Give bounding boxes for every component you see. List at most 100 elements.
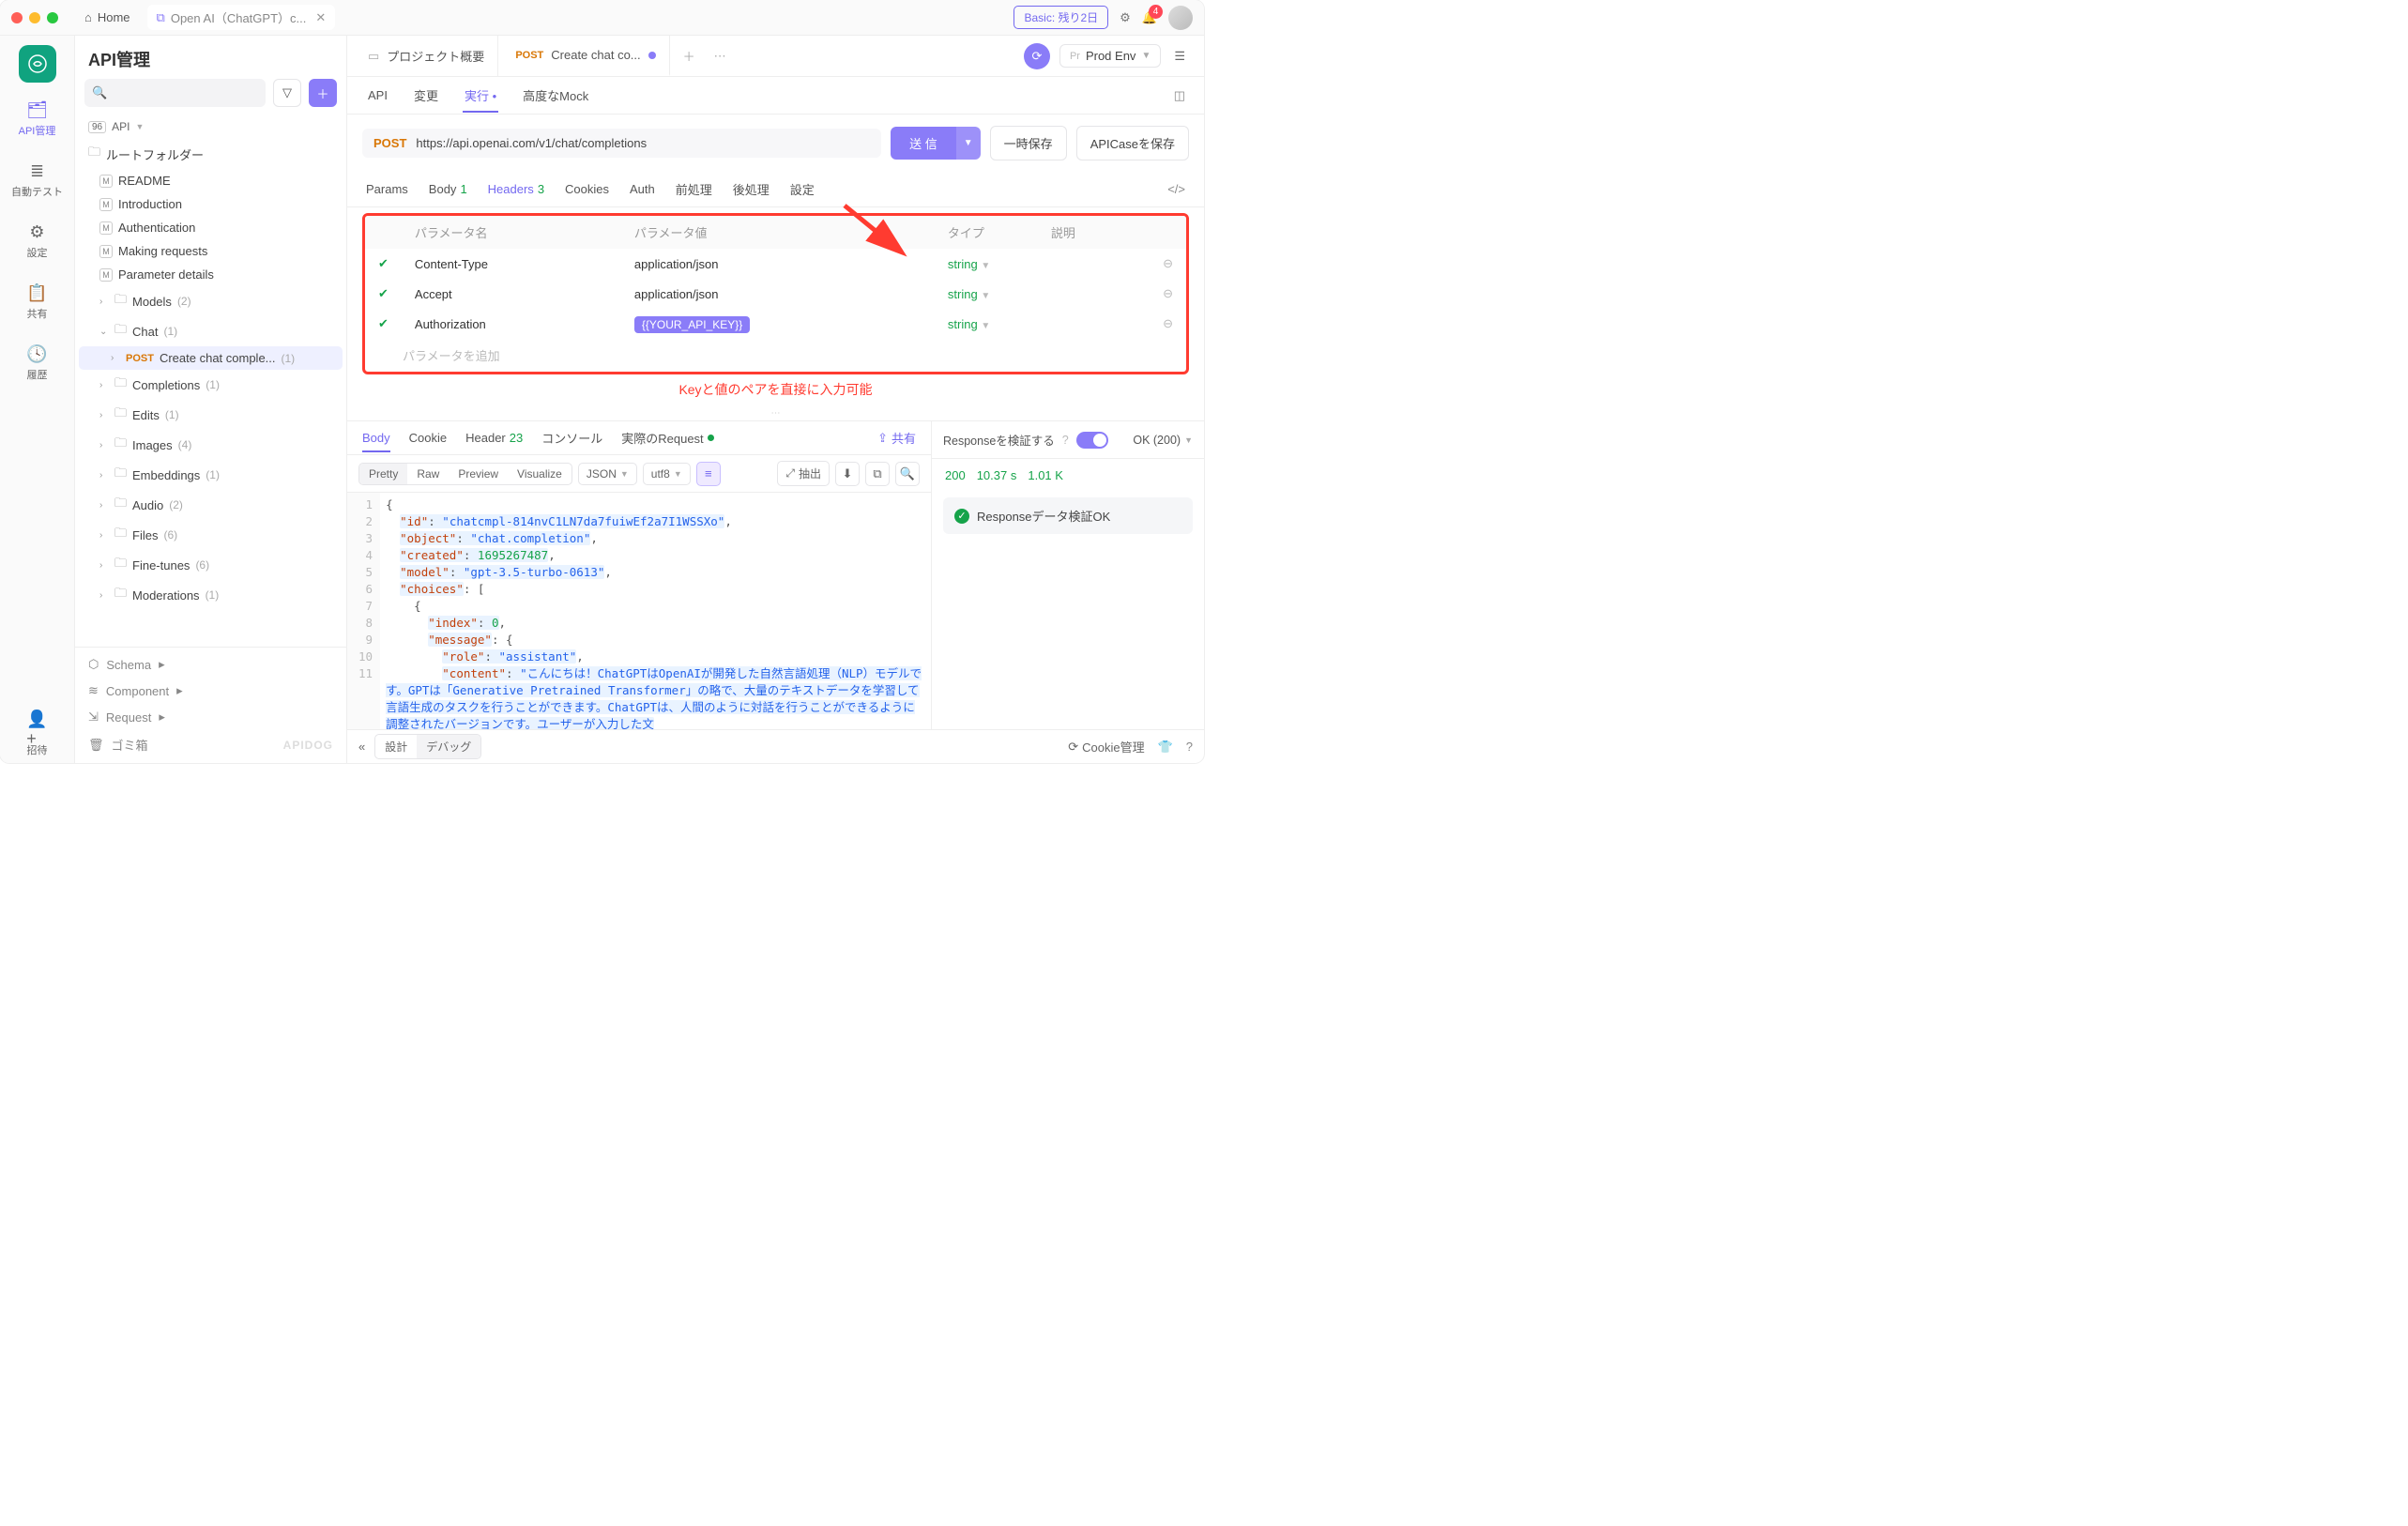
header-type[interactable]: string ▼ xyxy=(935,309,1038,339)
view-preview[interactable]: Preview xyxy=(449,464,508,484)
rail-autotest[interactable]: ≣ 自動テスト xyxy=(0,155,74,205)
menu-icon[interactable]: ☰ xyxy=(1170,45,1189,68)
view-mode-segment[interactable]: Pretty Raw Preview Visualize xyxy=(358,463,572,485)
response-body-viewer[interactable]: 1234567891011 { "id": "chatcmpl-814nvC1L… xyxy=(347,493,931,729)
header-name[interactable]: Accept xyxy=(402,279,621,309)
tshirt-icon[interactable]: 👕 xyxy=(1158,740,1173,755)
title-tab[interactable]: ⧉ Open AI（ChatGPT）c... ✕ xyxy=(147,5,336,30)
header-name[interactable]: Authorization xyxy=(402,309,621,339)
share-button[interactable]: ⇪共有 xyxy=(877,429,916,447)
tree-folder-files[interactable]: ›🗀Files (6) xyxy=(79,520,343,550)
reqtab-settings[interactable]: 設定 xyxy=(790,180,815,198)
view-visualize[interactable]: Visualize xyxy=(508,464,572,484)
subtab-api[interactable]: API xyxy=(366,81,389,110)
mode-design[interactable]: 設計 xyxy=(375,735,417,758)
header-row[interactable]: ✔ Accept application/json string ▼ ⊖ xyxy=(365,279,1186,309)
url-input[interactable]: POST https://api.openai.com/v1/chat/comp… xyxy=(362,129,881,158)
remove-icon[interactable]: ⊖ xyxy=(1163,256,1173,270)
reqtab-cookies[interactable]: Cookies xyxy=(565,182,609,196)
resptab-console[interactable]: コンソール xyxy=(541,429,602,447)
tree-folder-audio[interactable]: ›🗀Audio (2) xyxy=(79,490,343,520)
check-icon[interactable]: ✔ xyxy=(378,316,389,330)
help-icon[interactable]: ? xyxy=(1186,740,1193,754)
tree-folder-models[interactable]: ›🗀Models (2) xyxy=(79,286,343,316)
remove-icon[interactable]: ⊖ xyxy=(1163,286,1173,300)
home-button[interactable]: ⌂ Home xyxy=(75,7,140,28)
window-min-dot[interactable] xyxy=(29,12,40,23)
save-case-button[interactable]: APICaseを保存 xyxy=(1076,126,1189,160)
tree-doc[interactable]: MIntroduction xyxy=(79,192,343,216)
header-value[interactable]: {{YOUR_API_KEY}} xyxy=(621,309,935,339)
mode-debug[interactable]: デバッグ xyxy=(417,735,480,758)
subtab-change[interactable]: 変更 xyxy=(412,79,440,112)
window-max-dot[interactable] xyxy=(47,12,58,23)
tree-doc[interactable]: MParameter details xyxy=(79,263,343,286)
code-icon[interactable]: </> xyxy=(1167,182,1185,196)
header-row[interactable]: ✔ Content-Type application/json string ▼… xyxy=(365,249,1186,279)
sidebar-component[interactable]: ≋Component▸ xyxy=(86,679,335,702)
sidebar-request[interactable]: ⇲Request▸ xyxy=(86,706,335,728)
tree-doc[interactable]: MAuthentication xyxy=(79,216,343,239)
tree-folder-embeddings[interactable]: ›🗀Embeddings (1) xyxy=(79,460,343,490)
tree-folder-completions[interactable]: ›🗀Completions (1) xyxy=(79,370,343,400)
remove-icon[interactable]: ⊖ xyxy=(1163,316,1173,330)
notifications-button[interactable]: 🔔 4 xyxy=(1142,10,1157,25)
tree-endpoint-create-chat[interactable]: ›POSTCreate chat comple... (1) xyxy=(79,346,343,370)
tab-endpoint[interactable]: POST Create chat co... xyxy=(502,36,669,76)
tree-root-folder[interactable]: 🗀 ルートフォルダー xyxy=(79,139,343,169)
refresh-button[interactable]: ⟳ xyxy=(1024,43,1050,69)
header-row[interactable]: ✔ Authorization {{YOUR_API_KEY}} string … xyxy=(365,309,1186,339)
extract-button[interactable]: ⤢ 抽出 xyxy=(777,461,830,486)
mode-segment[interactable]: 設計 デバッグ xyxy=(374,734,481,759)
tree-folder-moderations[interactable]: ›🗀Moderations (1) xyxy=(79,580,343,610)
send-dropdown[interactable]: ▼ xyxy=(956,127,981,160)
header-type[interactable]: string ▼ xyxy=(935,279,1038,309)
check-icon[interactable]: ✔ xyxy=(378,256,389,270)
send-button[interactable]: 送 信 xyxy=(891,127,956,160)
close-icon[interactable]: ✕ xyxy=(315,10,326,25)
tab-add[interactable]: ＋ xyxy=(674,36,705,76)
rail-api[interactable]: 🗂 API管理 xyxy=(0,94,74,144)
reqtab-body[interactable]: Body 1 xyxy=(429,182,467,196)
rail-history[interactable]: 🕓 履歴 xyxy=(0,338,74,388)
project-logo[interactable] xyxy=(19,45,56,83)
tree-folder-finetunes[interactable]: ›🗀Fine-tunes (6) xyxy=(79,550,343,580)
rail-share[interactable]: 📋 共有 xyxy=(0,277,74,327)
download-button[interactable]: ⬇ xyxy=(835,462,860,486)
tree-folder-edits[interactable]: ›🗀Edits (1) xyxy=(79,400,343,430)
header-type[interactable]: string ▼ xyxy=(935,249,1038,279)
more-icon[interactable]: ⋯ xyxy=(709,49,732,64)
wrap-toggle[interactable]: ≡ xyxy=(696,462,721,486)
gear-icon[interactable]: ⚙ xyxy=(1120,10,1131,25)
reqtab-pre[interactable]: 前処理 xyxy=(676,180,712,198)
collapse-icon[interactable]: « xyxy=(358,740,365,754)
sidebar-trash[interactable]: 🗑ゴミ箱APIDOG xyxy=(86,732,335,757)
sidebar-schema[interactable]: ⬡Schema▸ xyxy=(86,653,335,676)
search-input[interactable]: 🔍 xyxy=(84,79,266,107)
env-selector[interactable]: Pr Prod Env ▼ xyxy=(1059,44,1161,68)
search-button[interactable]: 🔍 xyxy=(895,462,920,486)
tree-folder-images[interactable]: ›🗀Images (4) xyxy=(79,430,343,460)
add-param-row[interactable]: パラメータを追加 xyxy=(365,339,1186,372)
verify-toggle[interactable] xyxy=(1076,432,1108,449)
view-pretty[interactable]: Pretty xyxy=(359,464,407,484)
resptab-body[interactable]: Body xyxy=(362,431,390,452)
reqtab-params[interactable]: Params xyxy=(366,182,408,196)
resptab-actual[interactable]: 実際のRequest xyxy=(621,429,713,447)
panel-toggle-icon[interactable]: ◫ xyxy=(1174,88,1185,103)
copy-button[interactable]: ⧉ xyxy=(865,462,890,486)
avatar[interactable] xyxy=(1168,6,1193,30)
tree-folder-chat[interactable]: ⌄🗀Chat (1) xyxy=(79,316,343,346)
add-button[interactable]: ＋ xyxy=(309,79,337,107)
check-icon[interactable]: ✔ xyxy=(378,286,389,300)
encoding-select[interactable]: utf8▼ xyxy=(643,463,691,485)
subtab-mock[interactable]: 高度なMock xyxy=(521,79,590,112)
tree-doc[interactable]: MREADME xyxy=(79,169,343,192)
window-close-dot[interactable] xyxy=(11,12,23,23)
rail-settings[interactable]: ⚙ 設定 xyxy=(0,216,74,266)
reqtab-headers[interactable]: Headers 3 xyxy=(488,182,544,196)
resptab-cookie[interactable]: Cookie xyxy=(409,431,447,445)
format-select[interactable]: JSON▼ xyxy=(578,463,637,485)
splitter-handle[interactable]: ⋯ xyxy=(347,406,1204,420)
tab-overview[interactable]: ▭ プロジェクト概要 xyxy=(355,36,498,76)
